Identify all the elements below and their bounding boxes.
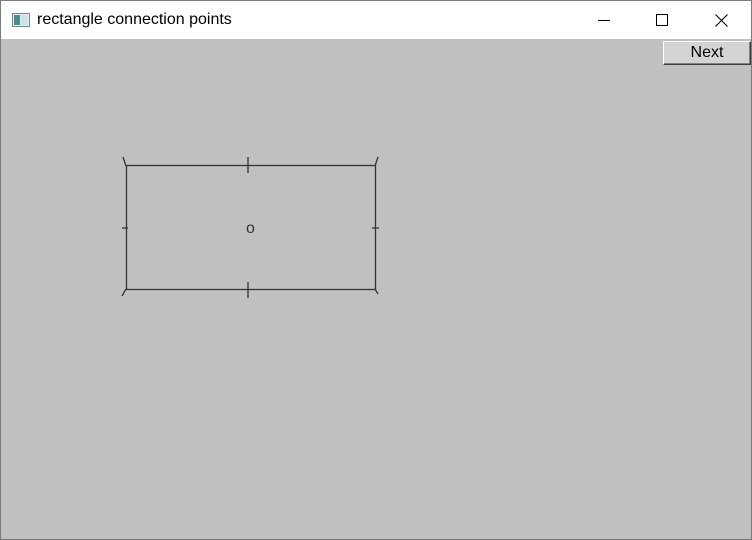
minimize-button[interactable] <box>581 1 627 39</box>
maximize-icon <box>656 14 668 26</box>
close-icon <box>714 13 728 27</box>
close-button[interactable] <box>698 1 744 39</box>
connection-point-center[interactable]: o <box>246 220 255 237</box>
title-bar[interactable]: rectangle connection points <box>1 1 751 39</box>
maximize-button[interactable] <box>639 1 685 39</box>
connection-point-top-right[interactable] <box>374 156 379 167</box>
app-window: rectangle connection points Next o <box>0 0 752 540</box>
canvas-drawing: o <box>121 156 379 298</box>
window-title: rectangle connection points <box>37 11 232 28</box>
minimize-icon <box>598 20 610 21</box>
app-window-icon <box>12 13 30 27</box>
connection-point-bottom-left[interactable] <box>121 288 127 297</box>
drawing-canvas[interactable]: Next o <box>1 39 751 539</box>
connection-point-bottom-right[interactable] <box>374 288 379 295</box>
connection-point-top-left[interactable] <box>122 156 127 167</box>
